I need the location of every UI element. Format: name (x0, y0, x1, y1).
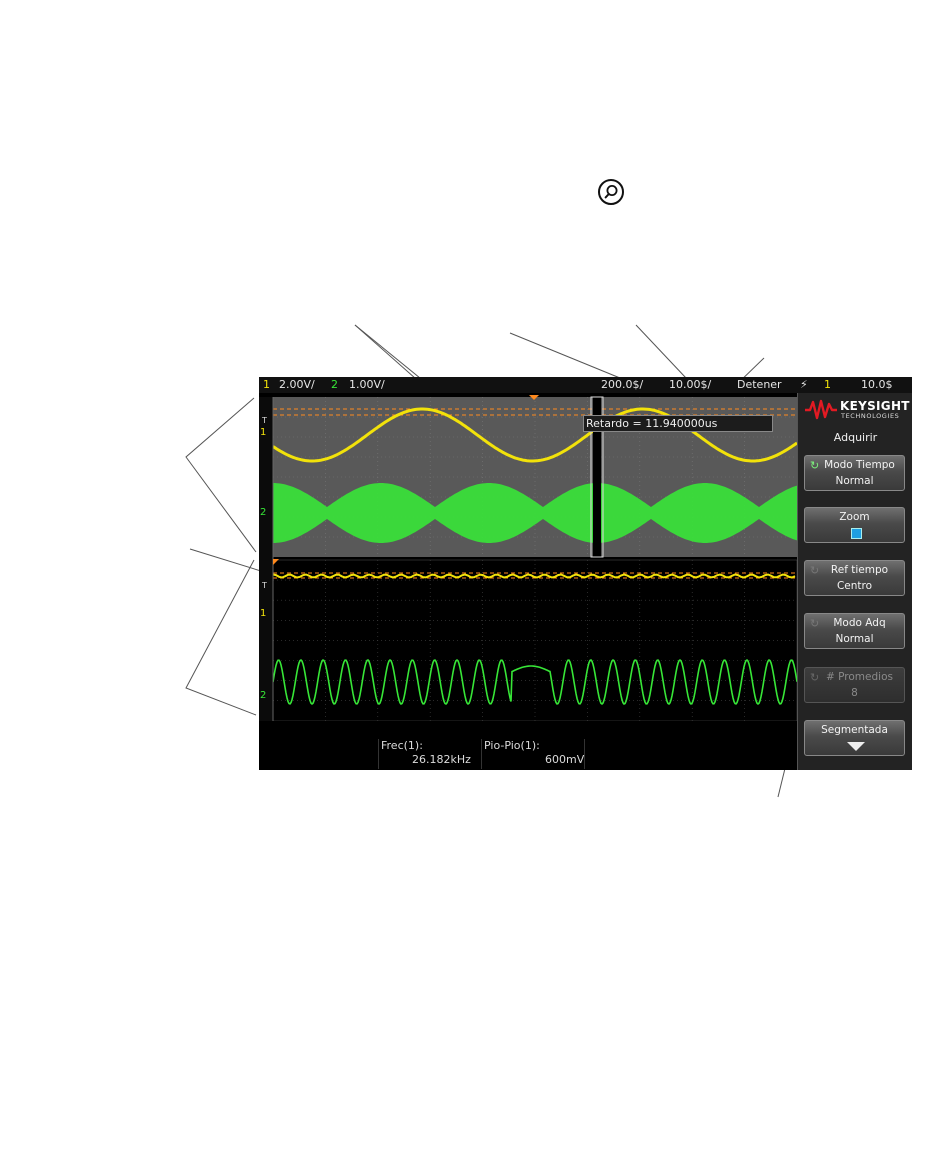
softkey-modo-tiempo[interactable]: ↻ Modo Tiempo Normal (804, 455, 905, 491)
zoom-checkbox-icon (851, 528, 862, 539)
freq-value: 26.182kHz (412, 753, 471, 766)
oscilloscope-screen: 1 2.00V/ 2 1.00V/ 200.0$/ 10.00$/ Detene… (259, 377, 912, 770)
trigger-level[interactable]: 10.0$ (861, 377, 893, 393)
zoom-ch2-ground-marker[interactable]: 2 (260, 690, 266, 701)
softkey-ref-tiempo[interactable]: ↻ Ref tiempo Centro (804, 560, 905, 596)
zoom-ch1-ground-marker[interactable]: 1 (260, 608, 266, 619)
softkey-modo-adq[interactable]: ↻ Modo Adq Normal (804, 613, 905, 649)
delay-readout: Retardo = 11.940000us (583, 415, 773, 432)
pkpk-value: 600mV (545, 753, 585, 766)
trigger-source[interactable]: 1 (824, 377, 831, 393)
keysight-logo: KEYSIGHT TECHNOLOGIES (804, 398, 909, 422)
waveform-display[interactable] (259, 393, 797, 721)
freq-label: Frec(1): (381, 739, 423, 752)
softkey-segmentada[interactable]: Segmentada (804, 720, 905, 756)
brand-sub: TECHNOLOGIES (841, 412, 900, 420)
status-bar: 1 2.00V/ 2 1.00V/ 200.0$/ 10.00$/ Detene… (259, 377, 912, 393)
trigger-edge-icon: ⚡ (800, 378, 808, 391)
arrow-down-icon (847, 742, 865, 751)
magnifier-icon (598, 179, 624, 205)
ch2-scale[interactable]: 1.00V/ (349, 377, 385, 393)
measurement-bar: Frec(1): 26.182kHz Pio-Pio(1): 600mV (259, 721, 797, 770)
pkpk-label: Pio-Pio(1): (484, 739, 540, 752)
zoom-trigger-marker-text: T (262, 581, 267, 590)
run-state[interactable]: Detener (737, 377, 782, 393)
menu-title: Adquirir (833, 431, 878, 444)
brand-name: KEYSIGHT (840, 399, 910, 413)
softkey-zoom[interactable]: Zoom (804, 507, 905, 543)
ch1-ground-marker[interactable]: 1 (260, 427, 266, 438)
ch1-scale[interactable]: 2.00V/ (279, 377, 315, 393)
softkey-promedios[interactable]: ↻ # Promedios 8 (804, 667, 905, 703)
trigger-marker: T (262, 416, 267, 425)
zoom-timebase[interactable]: 200.0$/ (601, 377, 643, 393)
ch2-number[interactable]: 2 (331, 377, 338, 393)
keysight-wave-icon (805, 399, 837, 420)
main-timebase[interactable]: 10.00$/ (669, 377, 711, 393)
softkey-menu: KEYSIGHT TECHNOLOGIES Adquirir ↻ Modo Ti… (797, 393, 912, 770)
ch2-ground-marker[interactable]: 2 (260, 507, 266, 518)
channel-markers: T 1 2 T 1 2 (259, 393, 273, 721)
ch1-number[interactable]: 1 (263, 377, 270, 393)
